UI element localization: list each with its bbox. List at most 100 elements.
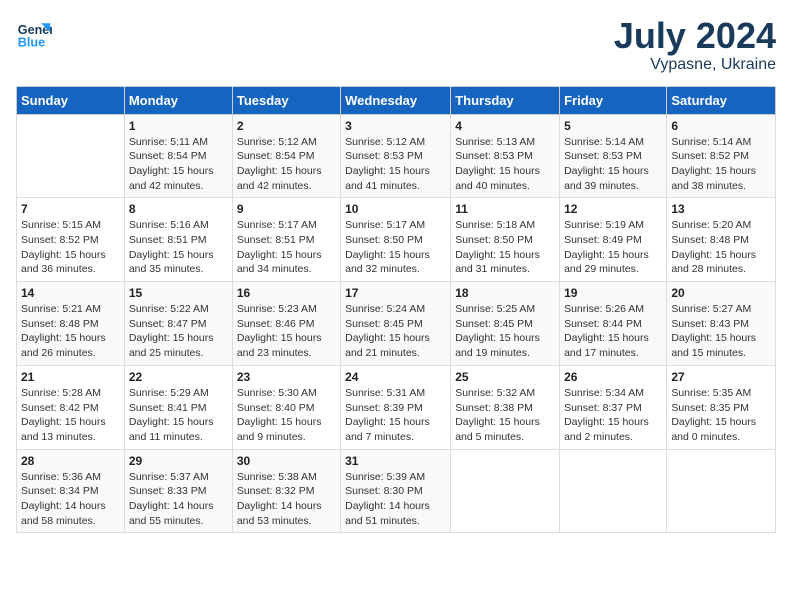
- calendar-cell: 31 Sunrise: 5:39 AMSunset: 8:30 PMDayligh…: [341, 449, 451, 533]
- day-info: Sunrise: 5:21 AMSunset: 8:48 PMDaylight:…: [21, 302, 120, 361]
- day-info: Sunrise: 5:27 AMSunset: 8:43 PMDaylight:…: [671, 302, 771, 361]
- calendar-cell: 7Sunrise: 5:15 AMSunset: 8:52 PMDaylight…: [17, 198, 125, 282]
- day-number: 27: [671, 370, 771, 384]
- calendar-cell: 26Sunrise: 5:34 AMSunset: 8:37 PMDayligh…: [560, 365, 667, 449]
- day-number: 2: [237, 119, 336, 133]
- day-info: Sunrise: 5:24 AMSunset: 8:45 PMDaylight:…: [345, 302, 446, 361]
- calendar-cell: 14 Sunrise: 5:21 AMSunset: 8:48 PMDayligh…: [17, 282, 125, 366]
- day-info: Sunrise: 5:14 AMSunset: 8:52 PMDaylight:…: [671, 135, 771, 194]
- location-subtitle: Vypasne, Ukraine: [614, 56, 776, 74]
- calendar-week-row: 7Sunrise: 5:15 AMSunset: 8:52 PMDaylight…: [17, 198, 776, 282]
- calendar-cell: 13 Sunrise: 5:20 AMSunset: 8:48 PMDayligh…: [667, 198, 776, 282]
- calendar-cell: 10 Sunrise: 5:17 AMSunset: 8:50 PMDayligh…: [341, 198, 451, 282]
- calendar-cell: 12 Sunrise: 5:19 AMSunset: 8:49 PMDayligh…: [560, 198, 667, 282]
- page-header: General Blue July 2024 Vypasne, Ukraine: [16, 16, 776, 74]
- day-number: 19: [564, 286, 662, 300]
- day-number: 17: [345, 286, 446, 300]
- calendar-cell: 11 Sunrise: 5:18 AMSunset: 8:50 PMDayligh…: [451, 198, 560, 282]
- month-year-title: July 2024: [614, 16, 776, 56]
- day-number: 6: [671, 119, 771, 133]
- day-info: Sunrise: 5:12 AMSunset: 8:54 PMDaylight:…: [237, 135, 336, 194]
- day-info: Sunrise: 5:26 AMSunset: 8:44 PMDaylight:…: [564, 302, 662, 361]
- day-info: Sunrise: 5:13 AMSunset: 8:53 PMDaylight:…: [455, 135, 555, 194]
- calendar-cell: 5 Sunrise: 5:14 AMSunset: 8:53 PMDaylight…: [560, 114, 667, 198]
- calendar-week-row: 14 Sunrise: 5:21 AMSunset: 8:48 PMDayligh…: [17, 282, 776, 366]
- calendar-cell: 25 Sunrise: 5:32 AMSunset: 8:38 PMDayligh…: [451, 365, 560, 449]
- day-number: 14: [21, 286, 120, 300]
- calendar-cell: 19 Sunrise: 5:26 AMSunset: 8:44 PMDayligh…: [560, 282, 667, 366]
- day-number: 28: [21, 454, 120, 468]
- day-number: 15: [129, 286, 228, 300]
- day-number: 31: [345, 454, 446, 468]
- calendar-cell: 16 Sunrise: 5:23 AMSunset: 8:46 PMDayligh…: [232, 282, 340, 366]
- day-number: 9: [237, 202, 336, 216]
- day-number: 16: [237, 286, 336, 300]
- day-number: 24: [345, 370, 446, 384]
- day-number: 29: [129, 454, 228, 468]
- calendar-cell: 20Sunrise: 5:27 AMSunset: 8:43 PMDayligh…: [667, 282, 776, 366]
- day-number: 18: [455, 286, 555, 300]
- day-info: Sunrise: 5:20 AMSunset: 8:48 PMDaylight:…: [671, 218, 771, 277]
- day-info: Sunrise: 5:22 AMSunset: 8:47 PMDaylight:…: [129, 302, 228, 361]
- calendar-week-row: 28 Sunrise: 5:36 AMSunset: 8:34 PMDayligh…: [17, 449, 776, 533]
- day-info: Sunrise: 5:35 AMSunset: 8:35 PMDaylight:…: [671, 386, 771, 445]
- day-info: Sunrise: 5:32 AMSunset: 8:38 PMDaylight:…: [455, 386, 555, 445]
- calendar-cell: [451, 449, 560, 533]
- calendar-cell: 2 Sunrise: 5:12 AMSunset: 8:54 PMDaylight…: [232, 114, 340, 198]
- day-info: Sunrise: 5:15 AMSunset: 8:52 PMDaylight:…: [21, 218, 120, 277]
- calendar-cell: 4 Sunrise: 5:13 AMSunset: 8:53 PMDaylight…: [451, 114, 560, 198]
- day-number: 30: [237, 454, 336, 468]
- day-number: 11: [455, 202, 555, 216]
- calendar-cell: 30Sunrise: 5:38 AMSunset: 8:32 PMDayligh…: [232, 449, 340, 533]
- weekday-header-thursday: Thursday: [451, 86, 560, 114]
- day-info: Sunrise: 5:23 AMSunset: 8:46 PMDaylight:…: [237, 302, 336, 361]
- day-number: 21: [21, 370, 120, 384]
- day-info: Sunrise: 5:36 AMSunset: 8:34 PMDaylight:…: [21, 470, 120, 529]
- day-number: 8: [129, 202, 228, 216]
- day-info: Sunrise: 5:11 AMSunset: 8:54 PMDaylight:…: [129, 135, 228, 194]
- day-info: Sunrise: 5:37 AMSunset: 8:33 PMDaylight:…: [129, 470, 228, 529]
- day-number: 10: [345, 202, 446, 216]
- day-info: Sunrise: 5:30 AMSunset: 8:40 PMDaylight:…: [237, 386, 336, 445]
- weekday-header-tuesday: Tuesday: [232, 86, 340, 114]
- day-number: 22: [129, 370, 228, 384]
- day-info: Sunrise: 5:14 AMSunset: 8:53 PMDaylight:…: [564, 135, 662, 194]
- calendar-cell: 8 Sunrise: 5:16 AMSunset: 8:51 PMDaylight…: [124, 198, 232, 282]
- calendar-cell: [17, 114, 125, 198]
- day-info: Sunrise: 5:12 AMSunset: 8:53 PMDaylight:…: [345, 135, 446, 194]
- day-info: Sunrise: 5:39 AMSunset: 8:30 PMDaylight:…: [345, 470, 446, 529]
- calendar-cell: 18 Sunrise: 5:25 AMSunset: 8:45 PMDayligh…: [451, 282, 560, 366]
- calendar-cell: [560, 449, 667, 533]
- calendar-cell: 6 Sunrise: 5:14 AMSunset: 8:52 PMDaylight…: [667, 114, 776, 198]
- day-number: 12: [564, 202, 662, 216]
- calendar-week-row: 1 Sunrise: 5:11 AMSunset: 8:54 PMDaylight…: [17, 114, 776, 198]
- day-number: 4: [455, 119, 555, 133]
- calendar-cell: 21 Sunrise: 5:28 AMSunset: 8:42 PMDayligh…: [17, 365, 125, 449]
- calendar-cell: 24 Sunrise: 5:31 AMSunset: 8:39 PMDayligh…: [341, 365, 451, 449]
- weekday-header-sunday: Sunday: [17, 86, 125, 114]
- day-info: Sunrise: 5:18 AMSunset: 8:50 PMDaylight:…: [455, 218, 555, 277]
- day-info: Sunrise: 5:28 AMSunset: 8:42 PMDaylight:…: [21, 386, 120, 445]
- day-info: Sunrise: 5:31 AMSunset: 8:39 PMDaylight:…: [345, 386, 446, 445]
- svg-text:Blue: Blue: [18, 36, 45, 50]
- logo: General Blue: [16, 16, 52, 52]
- day-number: 25: [455, 370, 555, 384]
- calendar-cell: 23Sunrise: 5:30 AMSunset: 8:40 PMDayligh…: [232, 365, 340, 449]
- calendar-cell: 15 Sunrise: 5:22 AMSunset: 8:47 PMDayligh…: [124, 282, 232, 366]
- day-number: 3: [345, 119, 446, 133]
- day-info: Sunrise: 5:29 AMSunset: 8:41 PMDaylight:…: [129, 386, 228, 445]
- calendar-cell: 3 Sunrise: 5:12 AMSunset: 8:53 PMDaylight…: [341, 114, 451, 198]
- day-number: 5: [564, 119, 662, 133]
- logo-icon: General Blue: [16, 16, 52, 52]
- calendar-cell: 22 Sunrise: 5:29 AMSunset: 8:41 PMDayligh…: [124, 365, 232, 449]
- day-number: 1: [129, 119, 228, 133]
- day-number: 26: [564, 370, 662, 384]
- day-info: Sunrise: 5:25 AMSunset: 8:45 PMDaylight:…: [455, 302, 555, 361]
- day-number: 13: [671, 202, 771, 216]
- day-info: Sunrise: 5:17 AMSunset: 8:50 PMDaylight:…: [345, 218, 446, 277]
- weekday-header-row: SundayMondayTuesdayWednesdayThursdayFrid…: [17, 86, 776, 114]
- title-area: July 2024 Vypasne, Ukraine: [614, 16, 776, 74]
- weekday-header-saturday: Saturday: [667, 86, 776, 114]
- day-info: Sunrise: 5:16 AMSunset: 8:51 PMDaylight:…: [129, 218, 228, 277]
- day-info: Sunrise: 5:19 AMSunset: 8:49 PMDaylight:…: [564, 218, 662, 277]
